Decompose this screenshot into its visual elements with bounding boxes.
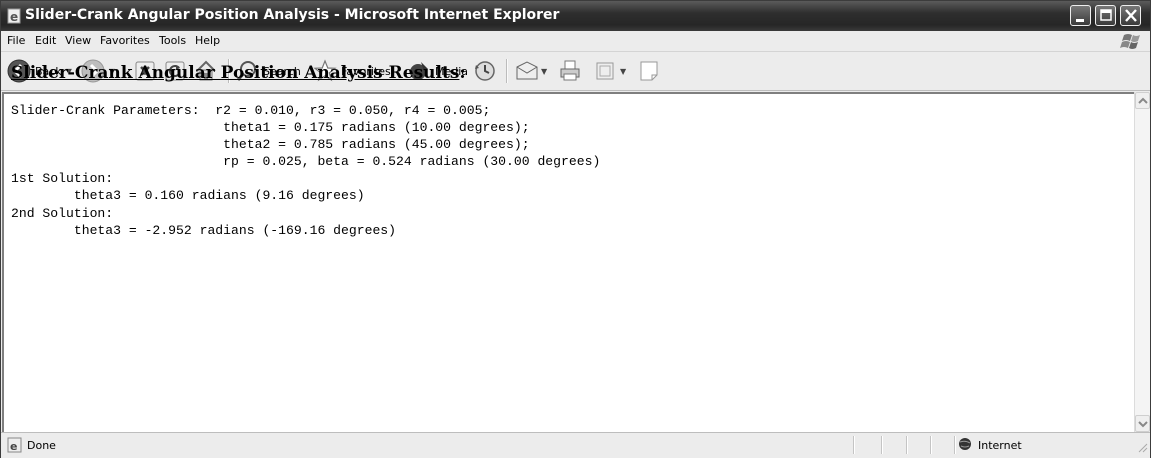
mail-icon [514, 59, 540, 83]
menu-bar: File Edit View Favorites Tools Help [1, 31, 1150, 52]
menu-view[interactable]: View [65, 34, 91, 47]
title-bar[interactable]: e Slider-Crank Angular Position Analysis… [1, 1, 1150, 31]
result-line: theta3 = -2.952 radians (-169.16 degrees… [11, 222, 397, 238]
result-line: 2nd Solution: [11, 205, 114, 221]
toolbar-separator [506, 59, 508, 83]
menu-file[interactable]: File [7, 34, 25, 47]
print-button[interactable] [558, 58, 582, 84]
history-icon [473, 59, 497, 83]
svg-text:e: e [10, 440, 17, 453]
status-bar: e Done Internet [1, 432, 1150, 458]
history-button[interactable] [473, 58, 497, 84]
status-divider [853, 436, 855, 454]
scroll-up-button[interactable] [1135, 92, 1150, 109]
windows-logo-icon [1116, 33, 1142, 49]
globe-icon [958, 437, 972, 454]
zone-label: Internet [978, 439, 1022, 452]
mail-button[interactable]: ▼ [514, 58, 547, 84]
print-icon [558, 59, 582, 83]
results-heading: Slider-Crank Angular Position Analysis R… [11, 63, 466, 83]
status-divider [930, 436, 932, 454]
chevron-up-icon [1138, 97, 1148, 104]
edit-dropdown-icon[interactable]: ▼ [620, 67, 626, 76]
security-zone[interactable]: Internet [958, 437, 1022, 454]
results-heading-text: Slider-Crank Angular Position Analysis R… [11, 63, 460, 83]
result-line: theta2 = 0.785 radians (45.00 degrees); [11, 137, 530, 153]
scroll-down-button[interactable] [1135, 415, 1150, 432]
menu-favorites[interactable]: Favorites [100, 34, 150, 47]
edit-icon [594, 60, 616, 82]
edit-button[interactable]: ▼ [594, 58, 626, 84]
window-title: Slider-Crank Angular Position Analysis -… [25, 7, 560, 23]
result-line: 1st Solution: [11, 171, 114, 187]
result-line: theta3 = 0.160 radians (9.16 degrees) [11, 188, 365, 204]
menu-help[interactable]: Help [195, 34, 220, 47]
ie-page-icon: e [7, 8, 23, 24]
results-heading-colon: : [459, 63, 466, 83]
menu-tools[interactable]: Tools [159, 34, 186, 47]
status-divider [954, 436, 956, 454]
result-line: rp = 0.025, beta = 0.524 radians (30.00 … [11, 154, 601, 170]
ie-page-icon: e [7, 437, 23, 456]
maximize-button[interactable] [1095, 5, 1116, 26]
menu-edit[interactable]: Edit [35, 34, 56, 47]
status-divider [881, 436, 883, 454]
results-text: Slider-Crank Parameters: r2 = 0.010, r3 … [11, 102, 600, 239]
status-divider [906, 436, 908, 454]
status-text: Done [27, 439, 56, 452]
result-line: Slider-Crank Parameters: r2 = 0.010, r3 … [11, 103, 491, 118]
mail-dropdown-icon[interactable]: ▼ [541, 67, 547, 76]
browser-window: e Slider-Crank Angular Position Analysis… [0, 0, 1151, 458]
chevron-down-icon [1138, 421, 1148, 428]
resize-grip-icon[interactable] [1136, 441, 1148, 456]
svg-text:e: e [10, 10, 18, 24]
vertical-scrollbar[interactable] [1134, 92, 1150, 432]
discuss-icon [638, 59, 660, 83]
result-line: theta1 = 0.175 radians (10.00 degrees); [11, 120, 530, 136]
close-button[interactable] [1120, 5, 1141, 26]
minimize-button[interactable] [1070, 5, 1091, 26]
discuss-button[interactable] [638, 58, 660, 84]
